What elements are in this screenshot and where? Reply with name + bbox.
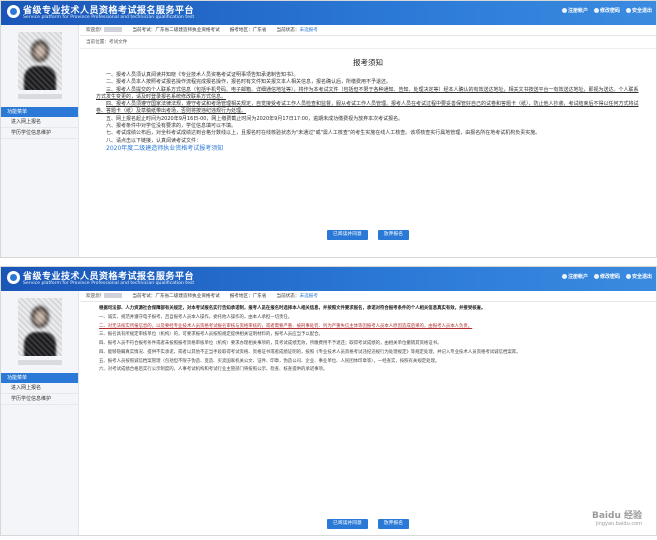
action-buttons: 已阅读并同意 放弃报名: [80, 230, 656, 240]
avatar: [17, 298, 62, 356]
power-icon: [625, 8, 631, 13]
agree-button[interactable]: 已阅读并同意: [327, 519, 368, 529]
header-bar: 省级专业技术人员资格考试报名服务平台 Service platform for …: [1, 1, 656, 25]
sidebar-item-degree-info[interactable]: 学历学位信息维护: [1, 128, 78, 139]
notice-para: 三、报考人员提交的个人联系方式信息（包括手机号码、电子邮箱、详细通信地址等），将…: [96, 86, 639, 100]
user-name-redacted: [17, 94, 62, 99]
platform-subtitle: Service platform for Province Profession…: [23, 281, 195, 286]
user-info-bar: 欢迎您！ 当前考试：广东省二级建造师执业资格考试 报考地区：广东省 当前状态：未…: [80, 291, 656, 302]
commitment-body: 根据司法部、人力资源社会保障部有关规定，对本考试报名实行告知承诺制，报考人员在报…: [80, 302, 656, 374]
welcome-label: 欢迎您！: [86, 293, 105, 299]
user-name-redacted: [17, 360, 62, 365]
key-icon: [593, 274, 599, 279]
notice-para: 二、报考人员本人按照考试报名操作流程完成报名操作，报名时有文件知关报文本人相关信…: [106, 79, 392, 86]
menu-header: 功能菜单: [1, 107, 78, 117]
notice-para: 四、能够隐瞒真实情况、提供不实承诺，或者以其他不正当手段取得考试资格、资格证书或…: [99, 349, 521, 355]
notice-para: 八、请点击以下链接，认真阅读考试文件：: [106, 137, 202, 144]
notice-para: 三、报名具有所规定审核单位（机构）的，可要求报考人员按照规定提供相关证明材料的，…: [99, 332, 323, 338]
current-exam: 广东省二级建造师执业资格考试: [155, 27, 220, 33]
exam-area: 广东省: [252, 293, 267, 299]
sidebar-item-online-apply[interactable]: 进入网上报名: [1, 383, 78, 394]
notice-para: 二、对无法核实所报信息的，以及要经专业技术人员资格考试报名审核与资格审核的，或者…: [99, 323, 473, 329]
change-password-link[interactable]: 修改密码: [593, 273, 620, 280]
platform-subtitle: Service platform for Province Profession…: [23, 15, 195, 20]
welcome-label: 欢迎您！: [86, 27, 105, 33]
main-content: 欢迎您！ 当前考试：广东省二级建造师执业资格考试 报考地区：广东省 当前状态：未…: [80, 25, 656, 257]
notice-para: 根据司法部、人力资源社会保障部有关规定，对本考试报名实行告知承诺制，报考人员在报…: [99, 306, 486, 311]
exam-document-link[interactable]: 2020年度二级建造师执业资格考试报考须知: [106, 145, 223, 152]
notice-para: 五、报考人员按照诚信档案管理（包括但不限于伪造、变造、买卖国家机关公文、证件、印…: [99, 358, 440, 364]
screenshot-top: 省级专业技术人员资格考试报名服务平台 Service platform for …: [0, 0, 657, 258]
menu-header: 功能菜单: [1, 373, 78, 383]
header-actions: 注册帐户 修改密码 安全退出: [561, 273, 652, 280]
avatar: [17, 32, 62, 90]
key-icon: [593, 8, 599, 13]
screenshot-bottom: 省级专业技术人员资格考试报名服务平台 Service platform for …: [0, 266, 657, 536]
breadcrumb: 当前位置：考试文件: [80, 36, 656, 49]
logout-link[interactable]: 安全退出: [625, 7, 652, 14]
platform-logo-icon: [7, 271, 20, 284]
user-icon: [561, 8, 567, 13]
abandon-button[interactable]: 放弃报名: [377, 230, 409, 240]
notice-para: 一、诚实、规范并遵守电子报考，且自报考人员本人操作，委托他人操作的，由本人承担一…: [99, 314, 293, 320]
notice-para: 七、考试成绩公布后，对全科考试成绩达到合格分数线以上，且报名时在线核验状态为"未…: [106, 130, 541, 137]
sidebar-item-degree-info[interactable]: 学历学位信息维护: [1, 394, 78, 405]
username-redacted: [104, 292, 123, 298]
current-exam: 广东省二级建造师执业资格考试: [155, 293, 220, 299]
agree-button[interactable]: 已阅读并同意: [327, 230, 368, 240]
register-link[interactable]: 注册帐户: [561, 273, 588, 280]
sidebar: 功能菜单 进入网上报名 学历学位信息维护: [1, 291, 79, 535]
notice-para: 四、报考人员不符合报考条件或者未按照报考资格审核单位（机构）要求办理相关事项的，…: [99, 341, 442, 347]
power-icon: [625, 274, 631, 279]
baidu-watermark: Baidu 经验 jingyan.baidu.com: [591, 511, 642, 527]
status-value[interactable]: 未选报考: [299, 294, 317, 299]
username-redacted: [104, 26, 123, 32]
action-buttons: 已阅读并同意 放弃报名: [80, 519, 656, 529]
register-link[interactable]: 注册帐户: [561, 7, 588, 14]
sidebar-item-online-apply[interactable]: 进入网上报名: [1, 117, 78, 128]
platform-logo-icon: [7, 5, 20, 18]
sidebar: 功能菜单 进入网上报名 学历学位信息维护: [1, 25, 79, 257]
page-title: 报考须知: [353, 58, 383, 67]
notice-para: 六、对考试成绩合格后实行公示制度的，人事考试机构和考试行业主管部门将按照公示、检…: [99, 367, 328, 373]
main-content: 欢迎您！ 当前考试：广东省二级建造师执业资格考试 报考地区：广东省 当前状态：未…: [80, 291, 656, 535]
abandon-button[interactable]: 放弃报名: [377, 519, 409, 529]
notice-body: 一、报考人员须认真阅读并知晓《专业技术人员资格考试证明事项告知承诺制告知书》。 …: [80, 68, 656, 153]
user-info-bar: 欢迎您！ 当前考试：广东省二级建造师执业资格考试 报考地区：广东省 当前状态：未…: [80, 25, 656, 36]
header-bar: 省级专业技术人员资格考试报名服务平台 Service platform for …: [1, 267, 656, 291]
header-actions: 注册帐户 修改密码 安全退出: [561, 7, 652, 14]
status-value[interactable]: 未选报考: [299, 28, 317, 33]
change-password-link[interactable]: 修改密码: [593, 7, 620, 14]
exam-area: 广东省: [252, 27, 267, 33]
user-icon: [561, 274, 567, 279]
notice-para: 五、网上报名起止时间为2020年9月16日-00，网上缴费截止时间为2020年9…: [106, 115, 404, 122]
notice-para: 四、报考人员须遵守国家法律法规，遵守考试和考场管理相关规定，自觉接受考试工作人员…: [96, 101, 639, 115]
logout-link[interactable]: 安全退出: [625, 273, 652, 280]
